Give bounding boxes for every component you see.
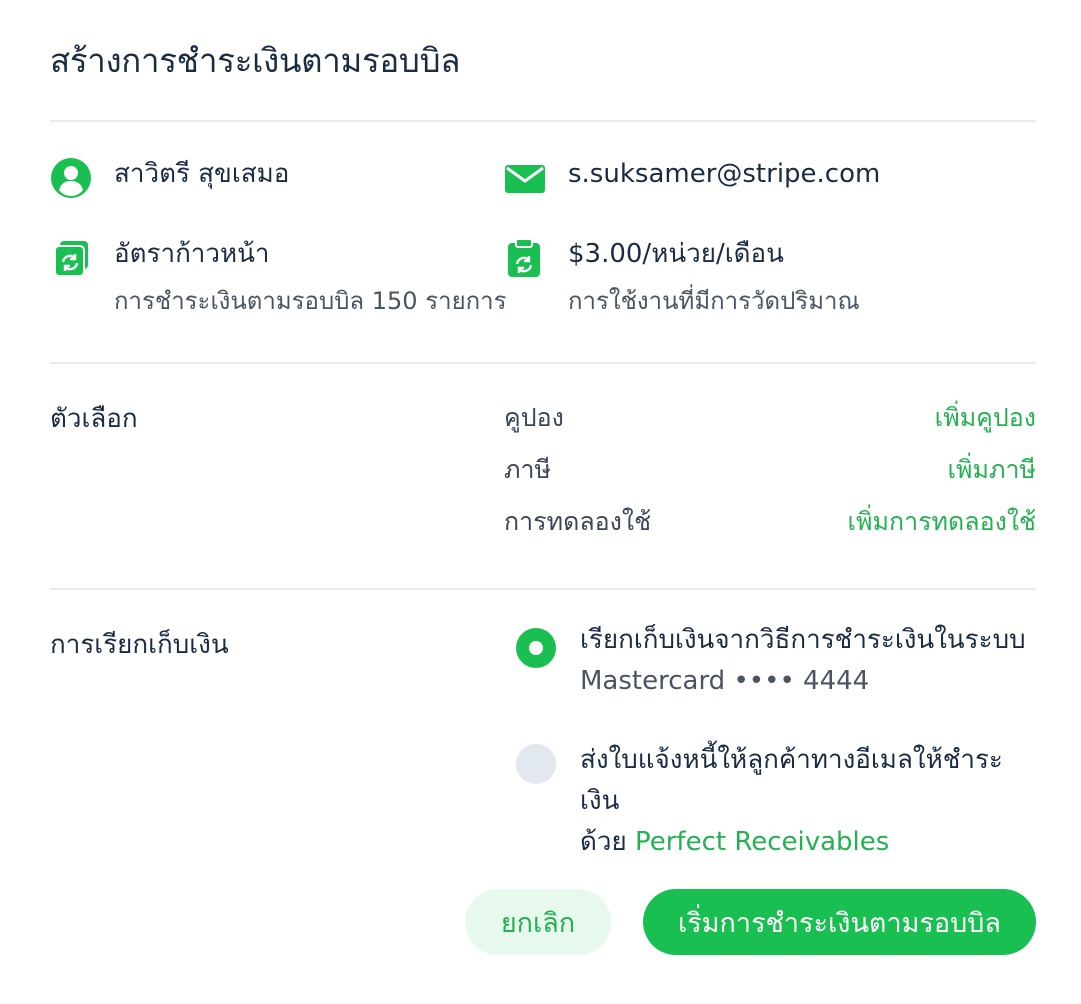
- option-row-coupon: คูปอง เพิ่มคูปอง: [504, 398, 1036, 438]
- option-name: ภาษี: [504, 455, 551, 484]
- envelope-icon: [504, 157, 546, 199]
- option-name: การทดลองใช้: [504, 507, 652, 536]
- billing-option-charge[interactable]: เรียกเก็บเงินจากวิธีการชำระเงินในระบบ Ma…: [516, 620, 1036, 702]
- customer-name-cell: สาวิตรี สุขเสมอ: [50, 157, 289, 199]
- divider: [50, 120, 1036, 122]
- divider: [50, 588, 1036, 590]
- plan-cell: อัตราก้าวหน้า การชำระเงินตามรอบบิล 150 ร…: [50, 237, 507, 317]
- plan-detail: การชำระเงินตามรอบบิล 150 รายการ: [114, 287, 507, 315]
- billing-option-title: เรียกเก็บเงินจากวิธีการชำระเงินในระบบ: [580, 625, 1026, 655]
- card-info: Mastercard •••• 4444: [580, 666, 870, 696]
- option-name: คูปอง: [504, 403, 564, 432]
- option-row-tax: ภาษี เพิ่มภาษี: [504, 450, 1036, 490]
- price-detail: การใช้งานที่มีการวัดปริมาณ: [568, 287, 860, 315]
- radio-unselected[interactable]: [516, 744, 556, 784]
- start-subscription-button[interactable]: เริ่มการชำระเงินตามรอบบิล: [643, 889, 1036, 955]
- account-link[interactable]: Perfect Receivables: [635, 827, 889, 857]
- create-subscription-dialog: สร้างการชำระเงินตามรอบบิล สาวิตรี สุขเสม…: [0, 0, 1081, 1004]
- dialog-title: สร้างการชำระเงินตามรอบบิล: [50, 41, 461, 80]
- options-label: ตัวเลือก: [50, 404, 138, 434]
- radio-selected[interactable]: [516, 628, 556, 668]
- recurring-stack-icon: [50, 237, 92, 279]
- add-trial-link[interactable]: เพิ่มการทดลองใช้: [847, 502, 1036, 542]
- billing-label: การเรียกเก็บเงิน: [50, 630, 229, 660]
- add-tax-link[interactable]: เพิ่มภาษี: [947, 450, 1036, 490]
- divider: [50, 362, 1036, 364]
- billing-option-title: ส่งใบแจ้งหนี้ให้ลูกค้าทางอีเมลให้ชำระเงิ…: [580, 745, 1003, 816]
- billing-option-invoice[interactable]: ส่งใบแจ้งหนี้ให้ลูกค้าทางอีเมลให้ชำระเงิ…: [516, 740, 1036, 863]
- price: $3.00/หน่วย/เดือน: [568, 239, 784, 269]
- recurring-clipboard-icon: [504, 237, 546, 279]
- cancel-button[interactable]: ยกเลิก: [465, 889, 611, 955]
- billing-option-prefix: ด้วย: [580, 827, 627, 857]
- add-coupon-link[interactable]: เพิ่มคูปอง: [935, 398, 1036, 438]
- plan-name: อัตราก้าวหน้า: [114, 239, 270, 269]
- option-row-trial: การทดลองใช้ เพิ่มการทดลองใช้: [504, 502, 1036, 542]
- price-cell: $3.00/หน่วย/เดือน การใช้งานที่มีการวัดปร…: [504, 237, 860, 317]
- customer-name: สาวิตรี สุขเสมอ: [114, 159, 290, 189]
- customer-email: s.suksamer@stripe.com: [568, 159, 881, 189]
- person-icon: [50, 157, 92, 199]
- customer-email-cell: s.suksamer@stripe.com: [504, 157, 880, 199]
